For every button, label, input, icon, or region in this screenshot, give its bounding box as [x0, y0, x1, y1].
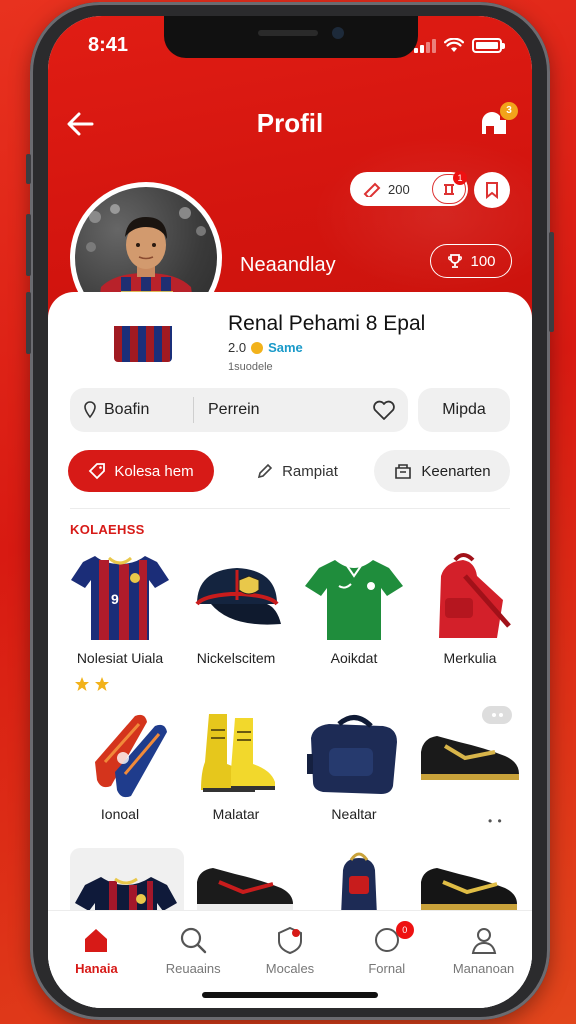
location-pin-icon: [84, 401, 96, 419]
tab-rampiat[interactable]: Rampiat: [242, 450, 352, 492]
polo-shirt-icon: [298, 546, 410, 646]
item-label: Aoikdat: [330, 650, 378, 666]
app-screen: 8:41 Profil 3 200 1 Neaandlay 100 Renal …: [48, 16, 532, 1008]
backpack-icon: [304, 846, 416, 916]
tag-icon: [89, 463, 106, 480]
item-label: Malatar: [212, 806, 260, 822]
grid-item[interactable]: [304, 846, 416, 916]
status-icons: [414, 38, 505, 53]
tab-keenarten[interactable]: Keenarten: [374, 450, 510, 492]
star-icon: [75, 677, 89, 691]
notifications-button[interactable]: 3: [474, 102, 518, 144]
nav-home-label: Hanaia: [75, 961, 118, 976]
profile-meta: 2.0 Same: [228, 340, 303, 355]
tab-keenarten-label: Keenarten: [421, 462, 491, 480]
page-title: Profil: [256, 108, 324, 138]
home-indicator: [202, 992, 378, 998]
heart-icon[interactable]: [372, 399, 396, 421]
info-location-label: Boafin: [104, 401, 150, 418]
rewards-value: 200: [388, 181, 410, 197]
rating-stars: [74, 676, 110, 692]
rewards-pill[interactable]: 200 1: [350, 171, 468, 206]
search-icon: [181, 927, 207, 954]
tab-collection-label: Kolesa hem: [114, 462, 194, 480]
profile-tag: Same: [268, 340, 303, 355]
grid-item[interactable]: Ionoal: [64, 702, 176, 822]
wifi-icon: [444, 38, 464, 52]
info-bar: Boafin Perrein: [70, 388, 408, 432]
nav-chat-label: Fornal: [368, 961, 406, 976]
profile-level: 2.0: [228, 340, 247, 355]
grid-item[interactable]: Merkulia: [414, 546, 526, 666]
media-button[interactable]: Mipda: [418, 388, 510, 432]
home-icon: [85, 929, 108, 952]
bookmark-icon: [486, 182, 498, 199]
divider: [70, 508, 510, 509]
cap-icon: [180, 546, 292, 646]
backpack-icon: [298, 702, 410, 802]
bag-icon: [414, 546, 526, 646]
status-time: 8:41: [88, 34, 129, 56]
grid-item[interactable]: Nealtar: [298, 702, 410, 822]
points-pill[interactable]: 100: [430, 244, 512, 278]
section-title: KOLAEHSS: [70, 522, 145, 537]
sneaker-icon: [412, 852, 524, 916]
more-dots-icon[interactable]: • •: [488, 814, 503, 828]
profile-tabs: Kolesa hem Rampiat Keenarten: [68, 450, 514, 494]
pencil-icon: [257, 463, 273, 479]
grid-item[interactable]: 9 Nolesiat Uiala: [64, 546, 176, 666]
nav-account-label: Mananoan: [452, 961, 515, 976]
nav-clubs-label: Mocales: [265, 961, 315, 976]
avatar-jersey: [114, 326, 172, 362]
grid-item[interactable]: Malatar: [180, 702, 292, 822]
item-label: Nolesiat Uiala: [76, 650, 164, 666]
signal-icon: [414, 39, 436, 53]
boots-icon: [180, 702, 292, 802]
grid-item[interactable]: Aoikdat: [298, 546, 410, 666]
store-icon: [395, 464, 412, 479]
grid-item[interactable]: [188, 852, 300, 916]
chat-badge: 0: [395, 921, 414, 939]
points-value: 100: [470, 252, 496, 270]
more-options-button[interactable]: [482, 706, 512, 724]
tab-rampiat-label: Rampiat: [282, 462, 338, 480]
user-icon: [471, 928, 496, 954]
gift-button[interactable]: 1: [432, 171, 467, 204]
star-icon: [95, 677, 109, 691]
trophy-icon: [448, 254, 463, 268]
hero-username: Neaandlay: [240, 254, 336, 276]
item-label: Nickelscitem: [196, 650, 276, 666]
item-label: Merkulia: [443, 650, 497, 666]
item-label: Nealtar: [331, 806, 377, 822]
item-label: Ionoal: [100, 806, 140, 822]
bookmark-button[interactable]: [474, 172, 510, 208]
grid-item[interactable]: [412, 852, 524, 916]
notification-badge: 3: [500, 102, 518, 120]
info-location[interactable]: Boafin: [70, 397, 194, 423]
gift-badge: 1: [453, 171, 467, 185]
shin-guard-icon: [64, 702, 176, 802]
battery-icon: [472, 38, 505, 53]
coin-icon: [251, 341, 264, 354]
tab-collection[interactable]: Kolesa hem: [68, 450, 214, 492]
info-team-label: Perrein: [208, 401, 260, 418]
ticket-icon: [363, 182, 381, 197]
jersey-icon: 9: [64, 546, 176, 646]
sneaker-icon: [188, 852, 300, 916]
grid-item[interactable]: Nickelscitem: [180, 546, 292, 666]
device-notch: [164, 16, 418, 58]
svg-text:9: 9: [111, 591, 119, 607]
profile-handle: 1suodele: [228, 361, 273, 373]
profile-name: Renal Pehami 8 Epal: [228, 312, 426, 335]
nav-home[interactable]: Hanaia: [51, 925, 141, 1008]
nav-search-label: Reuaains: [165, 961, 221, 976]
nav-account[interactable]: Mananoan: [439, 925, 529, 1008]
shield-icon: [277, 926, 302, 955]
